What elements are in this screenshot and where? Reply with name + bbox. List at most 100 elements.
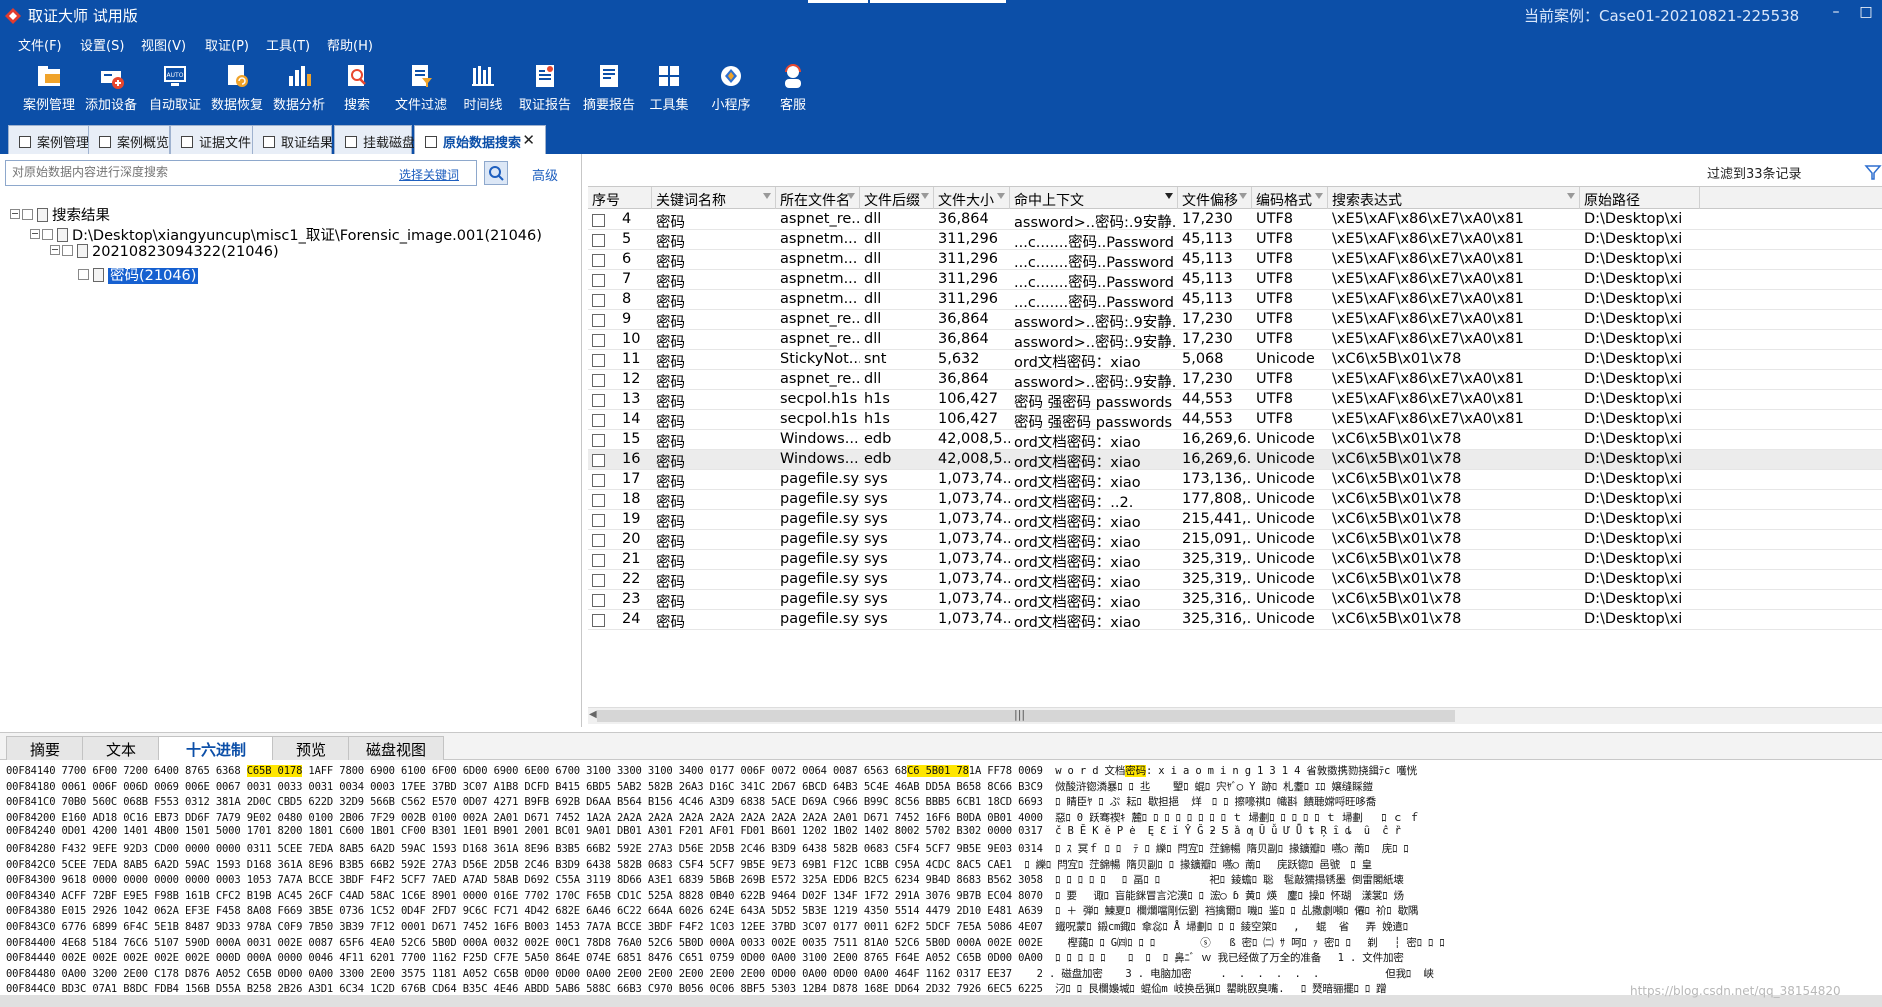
column-filter-icon[interactable] — [921, 193, 929, 199]
close-icon[interactable]: ✕ — [522, 131, 535, 149]
table-row[interactable]: 19 密码 pagefile.sys sys 1,073,74... ord文档密码：xi… — [588, 510, 1882, 530]
hex-row[interactable]: 00F84400 4E68 5184 76C6 5107 590D 000A 0… — [6, 935, 1445, 950]
table-row[interactable]: 11 密码 StickyNot... snt 5,632 ord文档密码：xiao 5,06… — [588, 350, 1882, 370]
hex-row[interactable]: 00F843C0 6776 6899 6F4C 5E1B 8487 9D33 9… — [6, 919, 1408, 934]
table-row[interactable]: 24 密码 pagefile.sys sys 1,073,74... ord文档密码：xi… — [588, 610, 1882, 630]
hex-row[interactable]: 00F844C0 BD3C 07A1 B8DC FDB4 156B D55A B… — [6, 981, 1387, 995]
table-row[interactable]: 5 密码 aspnetm... dll 311,296 ...c.......密码..Pa… — [588, 230, 1882, 250]
toolbar-add-device[interactable]: 添加设备 — [82, 56, 140, 120]
table-row[interactable]: 15 密码 Windows.... edb 42,008,5... ord文档密码：xia… — [588, 430, 1882, 450]
menu-tools[interactable]: 工具(T) — [266, 35, 310, 54]
hex-row[interactable]: 00F84200 E160 AD18 0C16 EB73 DD6F 7A79 9… — [6, 810, 1420, 825]
toolbar-forensic-report[interactable]: 取证报告 — [516, 56, 574, 120]
table-row[interactable]: 22 密码 pagefile.sys sys 1,073,74... ord文档密码：xi… — [588, 570, 1882, 590]
tree-session-node[interactable]: 20210823094322(21046) — [50, 244, 279, 260]
minimize-button[interactable]: – — [1826, 4, 1846, 20]
toolbar-data-analysis[interactable]: 数据分析 — [270, 56, 328, 120]
toolbar-mini-program[interactable]: 小程序 — [708, 56, 754, 120]
column-header[interactable]: 搜索表达式 — [1328, 187, 1580, 209]
row-checkbox[interactable] — [592, 554, 605, 567]
column-filter-icon[interactable] — [997, 193, 1005, 199]
deep-search-input[interactable] — [12, 165, 312, 179]
advanced-search-link[interactable]: 高级 — [532, 165, 558, 184]
hex-row[interactable]: 00F84300 9618 0000 0000 0000 0000 0003 1… — [6, 872, 1404, 887]
toolbar-case-management[interactable]: 案例管理 — [20, 56, 78, 120]
row-checkbox[interactable] — [592, 274, 605, 287]
collapse-icon[interactable] — [10, 209, 20, 219]
row-checkbox[interactable] — [592, 354, 605, 367]
column-filter-icon[interactable] — [1567, 193, 1575, 199]
toolbar-summary-report[interactable]: 摘要报告 — [580, 56, 638, 120]
toolbar-customer-service[interactable]: 客服 — [770, 56, 816, 120]
toolbar-file-filter[interactable]: 文件过滤 — [392, 56, 450, 120]
table-row[interactable]: 21 密码 pagefile.sys sys 1,073,74... ord文档密码：xi… — [588, 550, 1882, 570]
hex-row[interactable]: 00F841C0 70B0 560C 068B F553 0312 381A 2… — [6, 794, 1376, 809]
table-row[interactable]: 13 密码 secpol.h1s h1s 106,427 密码 强密码 passwords… — [588, 390, 1882, 410]
filter-icon[interactable] — [1864, 163, 1882, 181]
tab-hex[interactable]: 十六进制 — [158, 736, 274, 760]
column-header[interactable]: 所在文件名 — [776, 187, 860, 209]
column-filter-icon[interactable] — [847, 193, 855, 199]
column-filter-icon[interactable] — [1239, 193, 1247, 199]
tab-text[interactable]: 文本 — [82, 736, 160, 760]
table-row[interactable]: 4 密码 aspnet_re... dll 36,864 assword>..密码:.9安… — [588, 210, 1882, 230]
hex-row[interactable]: 00F84480 0A00 3200 2E00 C178 D876 A052 C… — [6, 966, 1434, 981]
search-button[interactable] — [484, 161, 508, 185]
row-checkbox[interactable] — [592, 294, 605, 307]
table-row[interactable]: 10 密码 aspnet_re... dll 36,864 assword>..密码:.9… — [588, 330, 1882, 350]
toolbar-toolset[interactable]: 工具集 — [646, 56, 692, 120]
column-header[interactable]: 编码格式 — [1252, 187, 1328, 209]
hex-row[interactable]: 00F84240 0D01 4200 1401 4B00 1501 5000 1… — [6, 825, 1401, 840]
tree-checkbox[interactable] — [42, 229, 53, 240]
tab-case-overview[interactable]: 案例概览 — [88, 125, 170, 154]
collapse-icon[interactable] — [50, 245, 60, 255]
hex-row[interactable]: 00F84180 0061 006F 006D 0069 006E 0067 0… — [6, 779, 1373, 794]
tab-preview[interactable]: 预览 — [272, 736, 350, 760]
tree-checkbox[interactable] — [78, 269, 89, 280]
row-checkbox[interactable] — [592, 614, 605, 627]
table-row[interactable]: 18 密码 pagefile.sys sys 1,073,74... ord文档密码：..… — [588, 490, 1882, 510]
tree-checkbox[interactable] — [62, 245, 73, 256]
table-row[interactable]: 6 密码 aspnetm... dll 311,296 ...c.......密码..Pa… — [588, 250, 1882, 270]
row-checkbox[interactable] — [592, 494, 605, 507]
row-checkbox[interactable] — [592, 374, 605, 387]
menu-settings[interactable]: 设置(S) — [80, 35, 124, 54]
hex-row[interactable]: 00F84280 F432 9EFE 92D3 CD00 0000 0000 0… — [6, 841, 1409, 856]
row-checkbox[interactable] — [592, 534, 605, 547]
table-row[interactable]: 9 密码 aspnet_re... dll 36,864 assword>..密码:.9安… — [588, 310, 1882, 330]
column-header[interactable]: 关键词名称 — [652, 187, 776, 209]
tab-disk-view[interactable]: 磁盘视图 — [348, 736, 444, 760]
row-checkbox[interactable] — [592, 594, 605, 607]
maximize-button[interactable]: □ — [1856, 4, 1876, 20]
tree-checkbox[interactable] — [22, 209, 33, 220]
row-checkbox[interactable] — [592, 574, 605, 587]
row-checkbox[interactable] — [592, 414, 605, 427]
hex-row[interactable]: 00F84340 ACFF 72BF E9E5 F98B 161B CFC2 B… — [6, 888, 1404, 903]
tab-forensic-results[interactable]: 取证结果 — [252, 125, 333, 154]
column-header[interactable]: 文件大小 — [934, 187, 1010, 209]
row-checkbox[interactable] — [592, 454, 605, 467]
table-row[interactable]: 7 密码 aspnetm... dll 311,296 ...c.......密码..Pa… — [588, 270, 1882, 290]
hex-row[interactable]: 00F84380 E015 2926 1042 062A EF3E F458 8… — [6, 903, 1418, 918]
tab-raw-data-search[interactable]: 原始数据搜索 ✕ — [414, 125, 546, 154]
hex-row[interactable]: 00F84440 002E 002E 002E 002E 002E 000D 0… — [6, 950, 1404, 965]
toolbar-data-recovery[interactable]: 数据恢复 — [208, 56, 266, 120]
row-checkbox[interactable] — [592, 214, 605, 227]
table-row[interactable]: 17 密码 pagefile.sys sys 1,073,74... ord文档密码：xi… — [588, 470, 1882, 490]
collapse-icon[interactable] — [30, 229, 40, 239]
column-filter-icon[interactable] — [763, 193, 771, 199]
select-keyword-link[interactable]: 选择关键词 — [399, 166, 459, 183]
table-row[interactable]: 8 密码 aspnetm... dll 311,296 ...c.......密码..Pa… — [588, 290, 1882, 310]
tab-mounted-disks[interactable]: 挂载磁盘 — [334, 125, 415, 154]
tab-evidence-files[interactable]: 证据文件 — [170, 125, 254, 154]
scroll-thumb[interactable] — [597, 710, 1455, 722]
tree-keyword-node[interactable]: 密码(21046) — [78, 264, 199, 285]
row-checkbox[interactable] — [592, 314, 605, 327]
table-row[interactable]: 20 密码 pagefile.sys sys 1,073,74... ord文档密码：xi… — [588, 530, 1882, 550]
toolbar-auto-forensics[interactable]: AUTO 自动取证 — [146, 56, 204, 120]
tree-image-node[interactable]: D:\Desktop\xiangyuncup\misc1_取证\Forensic… — [30, 224, 542, 245]
menu-view[interactable]: 视图(V) — [141, 35, 186, 54]
row-checkbox[interactable] — [592, 334, 605, 347]
table-row[interactable]: 14 密码 secpol.h1s h1s 106,427 密码 强密码 passwords… — [588, 410, 1882, 430]
menu-help[interactable]: 帮助(H) — [327, 35, 373, 54]
